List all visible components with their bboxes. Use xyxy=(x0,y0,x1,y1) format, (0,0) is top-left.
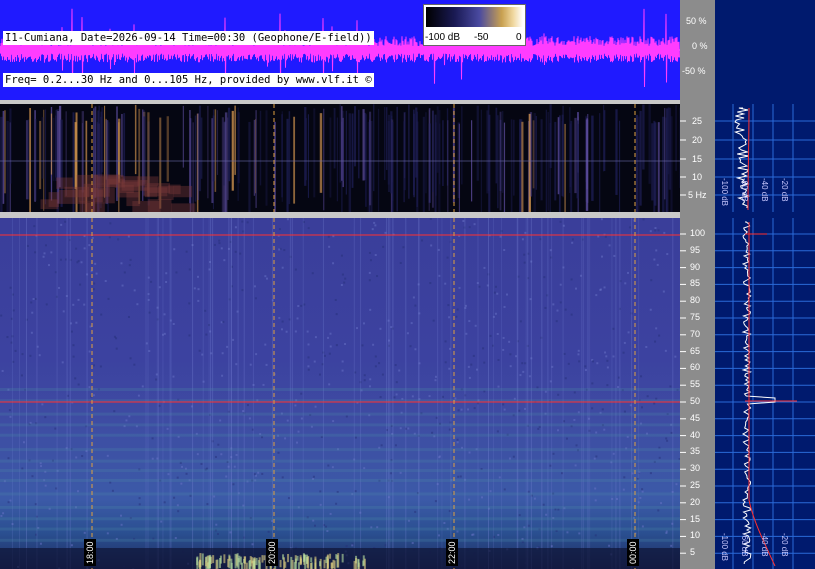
lf-label-25: 25 xyxy=(692,116,703,126)
spectrogram-viewer: I1-Cumiana, Date=2026-09-14 Time=00:30 (… xyxy=(0,0,815,569)
legend-label-min: -100 dB xyxy=(425,32,461,43)
side-top-label-2: -60 dB xyxy=(740,178,749,202)
low-frequency-spectrogram xyxy=(0,104,680,212)
hf-label-50: 50 xyxy=(690,396,701,406)
hf-label-70: 70 xyxy=(690,328,701,339)
hf-label-65: 65 xyxy=(690,345,701,356)
lf-label-20: 20 xyxy=(692,135,703,145)
high-frequency-plot xyxy=(0,218,680,569)
side-bottom-label-2: -60 dB xyxy=(740,533,749,557)
spectrum-side-panel: -100 dB -60 dB -40 dB -20 dB -100 dB -60… xyxy=(715,0,815,569)
lf-label-10: 10 xyxy=(692,172,703,182)
time-marker-0000: 00:00 xyxy=(627,539,639,566)
amp-label-minus50: -50 % xyxy=(682,66,706,76)
hf-label-90: 90 xyxy=(690,261,701,272)
time-marker-2200: 22:00 xyxy=(446,539,458,566)
hf-label-75: 75 xyxy=(690,312,701,322)
side-bottom-label-3: -40 dB xyxy=(760,533,769,557)
spectrum-trace-main xyxy=(741,221,776,565)
hf-label-35: 35 xyxy=(690,446,701,457)
color-scale-legend: -100 dB -50 0 xyxy=(423,4,526,46)
lf-label-5: 5 Hz xyxy=(688,190,707,200)
side-top-label-4: -20 dB xyxy=(780,178,789,202)
side-bottom-label-1: -100 dB xyxy=(720,533,729,562)
hf-label-60: 60 xyxy=(690,362,701,373)
hf-label-30: 30 xyxy=(690,463,701,474)
side-top-label-1: -100 dB xyxy=(720,178,729,207)
hf-label-45: 45 xyxy=(690,412,701,423)
hf-label-20: 20 xyxy=(690,496,701,507)
hf-label-100: 100 xyxy=(690,228,706,238)
hf-label-80: 80 xyxy=(690,295,701,306)
hf-label-40: 40 xyxy=(690,429,701,440)
header-line-2: Freq= 0.2...30 Hz and 0...105 Hz, provid… xyxy=(3,73,374,87)
low-frequency-plot xyxy=(0,104,680,212)
color-scale-bar xyxy=(426,7,523,27)
header-info: I1-Cumiana, Date=2026-09-14 Time=00:30 (… xyxy=(3,3,413,87)
hf-label-85: 85 xyxy=(690,278,701,289)
side-top-label-3: -40 dB xyxy=(760,178,769,202)
hf-label-10: 10 xyxy=(690,530,701,541)
hf-label-15: 15 xyxy=(690,513,701,524)
amp-label-50: 50 % xyxy=(686,16,707,26)
spectrum-plot xyxy=(715,104,815,569)
legend-label-mid: -50 xyxy=(474,32,489,43)
side-bottom-label-4: -20 dB xyxy=(780,533,789,557)
time-marker-2000: 20:00 xyxy=(266,539,278,566)
hf-label-55: 55 xyxy=(690,379,701,390)
amp-label-0: 0 % xyxy=(692,41,708,51)
hf-label-5: 5 xyxy=(690,547,696,558)
lf-label-15: 15 xyxy=(692,154,703,164)
hf-label-95: 95 xyxy=(690,244,701,255)
hf-label-25: 25 xyxy=(690,480,701,490)
header-line-1: I1-Cumiana, Date=2026-09-14 Time=00:30 (… xyxy=(3,31,374,45)
time-marker-1800: 18:00 xyxy=(84,539,96,566)
frequency-axis-column: 50 % 0 % -50 % 25 20 15 10 5 Hz 100 95 90 8… xyxy=(680,0,715,569)
legend-label-max: 0 xyxy=(516,32,522,43)
high-frequency-spectrogram xyxy=(0,218,680,569)
